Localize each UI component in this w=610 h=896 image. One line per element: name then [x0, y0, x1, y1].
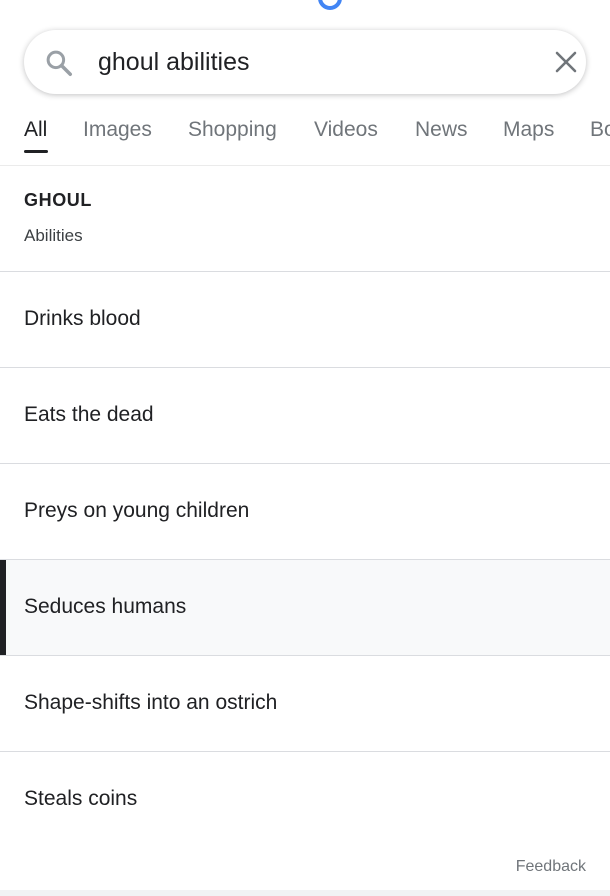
list-item-preys-on-young-children[interactable]: Preys on young children	[0, 463, 610, 559]
page: All Images Shopping Videos News Maps Bo …	[0, 0, 610, 896]
list-item-label: Steals coins	[24, 787, 138, 810]
list-item-shape-shifts[interactable]: Shape-shifts into an ostrich	[0, 655, 610, 751]
entity-title: GHOUL	[24, 190, 92, 210]
entity-subtitle: Abilities	[24, 226, 83, 245]
search-input[interactable]	[98, 30, 518, 94]
loading-spinner-icon	[318, 0, 342, 10]
entity-header: GHOUL Abilities	[24, 190, 92, 246]
feedback-link[interactable]: Feedback	[516, 858, 586, 876]
bottom-divider	[0, 890, 610, 896]
tab-shopping[interactable]: Shopping	[188, 118, 277, 142]
abilities-list: Drinks blood Eats the dead Preys on youn…	[0, 271, 610, 847]
list-item-label: Shape-shifts into an ostrich	[24, 691, 278, 714]
list-item-eats-the-dead[interactable]: Eats the dead	[0, 367, 610, 463]
tab-videos[interactable]: Videos	[314, 118, 378, 142]
list-item-steals-coins[interactable]: Steals coins	[0, 751, 610, 847]
search-tabs: All Images Shopping Videos News Maps Bo	[0, 108, 610, 166]
tab-books[interactable]: Bo	[590, 118, 610, 142]
tab-all[interactable]: All	[24, 118, 47, 142]
search-bar[interactable]	[24, 30, 586, 94]
list-item-seduces-humans[interactable]: Seduces humans	[0, 559, 610, 656]
search-icon[interactable]	[44, 48, 74, 78]
tab-maps[interactable]: Maps	[503, 118, 554, 142]
close-icon[interactable]	[554, 50, 578, 74]
tab-news[interactable]: News	[415, 118, 468, 142]
list-item-label: Seduces humans	[24, 595, 187, 618]
tab-images[interactable]: Images	[83, 118, 152, 142]
list-item-drinks-blood[interactable]: Drinks blood	[0, 271, 610, 367]
list-item-label: Preys on young children	[24, 499, 250, 522]
list-item-label: Drinks blood	[24, 307, 141, 330]
active-tab-indicator	[24, 150, 48, 153]
list-item-label: Eats the dead	[24, 403, 154, 426]
